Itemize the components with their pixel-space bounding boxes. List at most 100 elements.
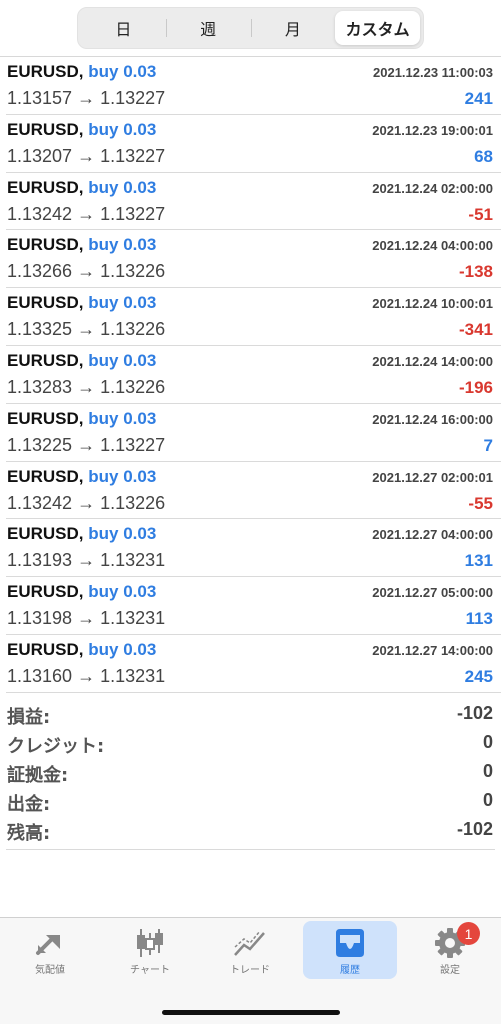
- trade-side-volume: buy 0.03: [88, 639, 157, 659]
- symbol-name: EURUSD,: [7, 582, 84, 602]
- trade-prices: 1.13157 → 1.13227: [7, 88, 166, 108]
- symbol-name: EURUSD,: [7, 350, 84, 370]
- candlestick-chart-icon: [137, 929, 163, 957]
- symbol-name: EURUSD,: [7, 62, 84, 81]
- summary-row: 出金: 0: [6, 787, 495, 816]
- trade-side-volume: buy 0.03: [88, 582, 157, 602]
- tab-trade[interactable]: トレード: [203, 921, 297, 979]
- trade-prices: 1.13325 → 1.13226: [7, 319, 166, 340]
- trade-row[interactable]: EURUSD, buy 0.03 2021.12.24 16:00:00 1.132…: [6, 404, 501, 462]
- trade-prices: 1.13160 → 1.13231: [7, 665, 166, 686]
- trade-prices: 1.13198 → 1.13231: [7, 608, 166, 629]
- tab-label: 設定: [440, 965, 460, 976]
- summary-value: -102: [456, 819, 493, 839]
- quotes-arrows-icon: [36, 935, 60, 955]
- period-segmented-control: 日 週 月 カスタム: [77, 7, 424, 49]
- trade-symbol: EURUSD, buy 0.03: [7, 640, 156, 660]
- tab-label: 気配値: [35, 965, 65, 976]
- trade-profit: -138: [458, 262, 493, 282]
- trade-symbol: EURUSD, buy 0.03: [7, 582, 156, 602]
- symbol-name: EURUSD,: [7, 177, 84, 197]
- trade-row[interactable]: EURUSD, buy 0.03 2021.12.27 05:00:00 1.131…: [6, 577, 501, 635]
- summary-label: クレジット:: [7, 736, 105, 757]
- trade-profit: -341: [458, 320, 493, 340]
- history-inbox-icon: [336, 929, 364, 957]
- trade-prices: 1.13193 → 1.13231: [7, 550, 166, 571]
- trade-row[interactable]: EURUSD, buy 0.03 2021.12.27 02:00:01 1.132…: [6, 462, 501, 520]
- trade-prices: 1.13242 → 1.13227: [7, 203, 166, 224]
- tab-day[interactable]: 日: [81, 11, 166, 45]
- tab-week[interactable]: 週: [165, 11, 251, 45]
- summary-row: 損益: -102: [6, 700, 495, 729]
- tab-settings[interactable]: 設定 1: [403, 921, 497, 979]
- trade-symbol: EURUSD, buy 0.03: [7, 62, 156, 82]
- trade-time: 2021.12.27 02:00:01: [372, 469, 493, 485]
- trade-row[interactable]: EURUSD, buy 0.03 2021.12.27 04:00:00 1.131…: [6, 519, 501, 578]
- symbol-name: EURUSD,: [7, 524, 84, 544]
- symbol-name: EURUSD,: [7, 466, 84, 486]
- trade-side-volume: buy 0.03: [88, 119, 157, 139]
- trade-side-volume: buy 0.03: [88, 235, 157, 255]
- trade-row[interactable]: EURUSD, buy 0.03 2021.12.24 02:00:00 1.132…: [6, 173, 501, 231]
- summary-value: 0: [482, 761, 493, 781]
- trade-row[interactable]: EURUSD, buy 0.03 2021.12.24 14:00:00 1.132…: [6, 346, 501, 404]
- trade-symbol: EURUSD, buy 0.03: [7, 409, 156, 429]
- trade-row[interactable]: EURUSD, buy 0.03 2021.12.24 10:00:01 1.133…: [6, 288, 501, 346]
- trade-side-volume: buy 0.03: [88, 350, 157, 370]
- summary-row: クレジット: 0: [6, 729, 495, 758]
- summary-value: -102: [456, 703, 493, 723]
- trade-profit: 131: [464, 551, 493, 571]
- trade-prices: 1.13242 → 1.13226: [7, 492, 166, 513]
- trade-symbol: EURUSD, buy 0.03: [7, 178, 156, 198]
- summary-row: 残高: -102: [6, 816, 495, 845]
- trade-symbol: EURUSD, buy 0.03: [7, 351, 156, 371]
- summary-value: 0: [482, 790, 493, 810]
- trade-row[interactable]: EURUSD, buy 0.03 2021.12.23 11:00:03 1.131…: [6, 57, 501, 115]
- trade-row[interactable]: EURUSD, buy 0.03 2021.12.23 19:00:01 1.132…: [6, 115, 501, 173]
- trade-time: 2021.12.24 04:00:00: [372, 238, 493, 254]
- tab-label: チャート: [130, 965, 170, 976]
- trade-row[interactable]: EURUSD, buy 0.03 2021.12.24 04:00:00 1.132…: [6, 230, 501, 289]
- trade-symbol: EURUSD, buy 0.03: [7, 120, 156, 140]
- tab-label: トレード: [230, 965, 270, 976]
- trade-prices: 1.13207 → 1.13227: [7, 145, 166, 166]
- account-summary: 損益: -102 クレジット: 0 証拠金: 0 出金: 0 残高: -102: [6, 700, 495, 850]
- bottom-tab-bar: 気配値 チャート トレード 履歴 設定 1: [0, 917, 501, 1024]
- trade-time: 2021.12.27 14:00:00: [372, 642, 493, 658]
- trade-time: 2021.12.24 10:00:01: [372, 296, 493, 312]
- trade-time: 2021.12.27 04:00:00: [372, 527, 493, 543]
- trade-side-volume: buy 0.03: [88, 524, 157, 544]
- trade-symbol: EURUSD, buy 0.03: [7, 293, 156, 313]
- summary-label: 損益:: [7, 707, 51, 728]
- trade-line-icon: [234, 930, 265, 956]
- trade-prices: 1.13283 → 1.13226: [7, 376, 166, 397]
- summary-label: 残高:: [7, 823, 51, 844]
- trade-side-volume: buy 0.03: [88, 62, 157, 81]
- tab-month[interactable]: 月: [250, 11, 336, 45]
- trade-profit: -51: [468, 204, 493, 224]
- symbol-name: EURUSD,: [7, 119, 84, 139]
- trade-prices: 1.13225 → 1.13227: [7, 434, 166, 455]
- trade-row[interactable]: EURUSD, buy 0.03 2021.12.27 14:00:00 1.131…: [6, 635, 501, 693]
- tab-history[interactable]: 履歴: [303, 921, 397, 979]
- trade-side-volume: buy 0.03: [88, 293, 157, 313]
- tab-chart[interactable]: チャート: [103, 921, 197, 979]
- trade-side-volume: buy 0.03: [88, 177, 157, 197]
- trade-profit: -55: [468, 493, 493, 513]
- tab-quotes[interactable]: 気配値: [3, 921, 97, 979]
- symbol-name: EURUSD,: [7, 293, 84, 313]
- trade-profit: 113: [465, 609, 493, 629]
- symbol-name: EURUSD,: [7, 235, 84, 255]
- trade-profit: 245: [464, 666, 493, 686]
- trade-side-volume: buy 0.03: [88, 466, 157, 486]
- tab-custom[interactable]: カスタム: [335, 11, 420, 45]
- trade-symbol: EURUSD, buy 0.03: [7, 524, 156, 544]
- summary-value: 0: [482, 732, 493, 752]
- trade-profit: 241: [464, 89, 493, 108]
- home-indicator[interactable]: [162, 1010, 340, 1015]
- trade-time: 2021.12.23 11:00:03: [373, 65, 493, 80]
- summary-row: 証拠金: 0: [6, 758, 495, 787]
- trade-time: 2021.12.24 02:00:00: [372, 180, 493, 196]
- trade-profit: -196: [458, 377, 493, 397]
- trade-profit: 7: [483, 435, 493, 455]
